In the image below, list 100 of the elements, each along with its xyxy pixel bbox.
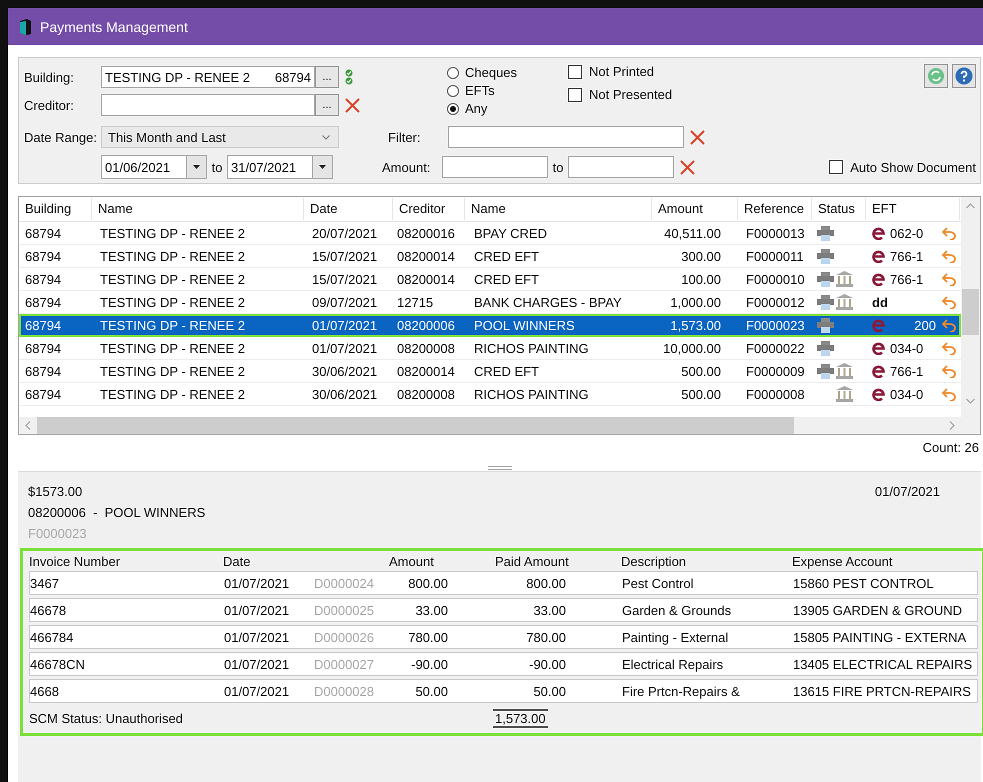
undo-icon[interactable] — [942, 272, 956, 286]
radio-option[interactable]: Cheques — [447, 64, 568, 82]
radio-circle[interactable] — [447, 85, 459, 97]
vertical-scrollbar[interactable] — [961, 197, 980, 434]
radio-label: EFTs — [465, 82, 495, 100]
invoice-row[interactable]: 4668 01/07/2021 D0000028 50.00 50.00 Fire Prtcn-Repairs & 13615 FIRE PRTCN-REPAIRS — [29, 679, 978, 703]
clear-icon[interactable] — [690, 130, 705, 144]
table-cell-text: 500.00 — [680, 386, 722, 402]
table-cell-text: 15/07/2021 — [311, 272, 378, 286]
clear-icon[interactable] — [680, 160, 695, 174]
filter-label: Filter: — [388, 130, 422, 144]
column-header[interactable]: Creditor — [393, 198, 465, 220]
horizontal-scrollbar[interactable] — [19, 417, 961, 434]
building-label: Building: — [24, 70, 75, 84]
column-header: Amount — [388, 554, 435, 569]
scroll-up-icon[interactable] — [966, 203, 975, 209]
amount-field[interactable] — [568, 156, 674, 178]
table-row[interactable]: 68794 TESTING DP - RENEE 2 01/07/2021 08200006 POOL WINNERS 1,573.00 F0000023 200 — [19, 314, 961, 337]
scroll-thumb[interactable] — [962, 289, 979, 335]
table-cell-text: 30/06/2021 — [311, 386, 378, 402]
table-cell-text: 01/07/2021 — [224, 630, 290, 644]
scroll-down-icon[interactable] — [966, 398, 975, 404]
table-row[interactable]: 68794 TESTING DP - RENEE 2 30/06/2021 08200008 RICHOS PAINTING 500.00 F0000008 034-0 — [19, 383, 961, 406]
filter-field[interactable] — [448, 126, 684, 148]
column-header[interactable]: EFT — [866, 198, 960, 220]
undo-icon[interactable] — [942, 318, 956, 332]
creditor-field[interactable] — [101, 94, 315, 116]
table-cell-text: 01/07/2021 — [224, 684, 290, 698]
table-row[interactable]: 68794 TESTING DP - RENEE 2 30/06/2021 08200014 CRED EFT 500.00 F0000009 766-1 — [19, 360, 961, 383]
table-cell-text: 46678 — [30, 602, 68, 618]
table-cell-text: F0000008 — [745, 386, 806, 402]
table-cell-text: TESTING DP - RENEE 2 — [99, 386, 246, 402]
refresh-button[interactable] — [924, 64, 948, 88]
column-header[interactable]: Reference — [738, 198, 812, 220]
column-header[interactable]: Amount — [652, 198, 738, 220]
table-cell-text: 30/06/2021 — [311, 364, 378, 378]
radio-circle[interactable] — [447, 67, 459, 79]
table-cell-text: RICHOS PAINTING — [473, 340, 590, 356]
table-cell-text: 68794 — [24, 248, 62, 264]
checkbox-label: Not Presented — [589, 87, 672, 102]
clear-icon[interactable] — [345, 98, 360, 112]
table-cell-text: 15860 PEST CONTROL — [793, 576, 935, 590]
radio-option[interactable]: Any — [447, 100, 568, 118]
scroll-thumb[interactable] — [37, 417, 794, 434]
table-cell-text: 08200006 — [396, 318, 456, 332]
table-cell-text: 20/07/2021 — [311, 226, 378, 240]
invoice-row[interactable]: 46678CN 01/07/2021 D0000027 -90.00 -90.00 Electrical Repairs 13405 ELECTRICAL REPAIRS — [29, 652, 978, 676]
column-header[interactable]: Name — [92, 198, 304, 220]
date-range-dropdown[interactable]: This Month and Last — [101, 126, 339, 148]
browse-button[interactable]: ... — [315, 94, 339, 116]
undo-icon[interactable] — [942, 250, 956, 262]
checkbox[interactable] — [568, 64, 582, 78]
table-cell-text: 780.00 — [407, 630, 448, 644]
table-cell-text: TESTING DP - RENEE 2 — [99, 318, 246, 332]
table-row[interactable]: 68794 TESTING DP - RENEE 2 15/07/2021 08200014 CRED EFT 100.00 F0000010 766-1 — [19, 268, 961, 291]
table-cell-text: 50.00 — [414, 684, 448, 698]
radio-label: Cheques — [465, 64, 518, 82]
splitter-handle[interactable] — [488, 466, 512, 470]
undo-icon[interactable] — [942, 388, 956, 400]
table-cell-text: 68794 — [24, 318, 62, 332]
table-cell-text: 100.00 — [680, 272, 722, 286]
total-amount: 1,573.00 — [493, 709, 548, 728]
undo-icon[interactable] — [942, 342, 956, 354]
column-header[interactable]: Date — [304, 198, 393, 220]
scroll-left-icon[interactable] — [25, 421, 31, 430]
table-cell-text: -90.00 — [410, 656, 448, 672]
table-cell-text: TESTING DP - RENEE 2 — [99, 226, 246, 240]
table-cell-text: 034-0 — [890, 340, 924, 356]
undo-icon[interactable] — [942, 296, 956, 308]
help-button[interactable] — [952, 64, 976, 88]
app-logo-icon — [18, 18, 32, 36]
invoice-row[interactable]: 466784 01/07/2021 D0000026 780.00 780.00 Painting - External 15805 PAINTING - EXTERNA — [29, 625, 978, 649]
radio-circle[interactable] — [447, 103, 459, 115]
table-row[interactable]: 68794 TESTING DP - RENEE 2 15/07/2021 08200014 CRED EFT 300.00 F0000011 766-1 — [19, 245, 961, 268]
table-cell-text: 034-0 — [890, 386, 924, 402]
date-field[interactable]: 31/07/2021 — [227, 155, 333, 179]
date-field[interactable]: 01/06/2021 — [101, 155, 207, 179]
undo-icon[interactable] — [942, 364, 956, 378]
table-row[interactable]: 68794 TESTING DP - RENEE 2 01/07/2021 08200008 RICHOS PAINTING 10,000.00 F0000022 034-0 — [19, 337, 961, 360]
dropdown-icon — [319, 165, 326, 169]
table-row[interactable]: 68794 TESTING DP - RENEE 2 20/07/2021 08200016 BPAY CRED 40,511.00 F0000013 062-0 — [19, 222, 961, 245]
building-field[interactable]: TESTING DP - RENEE 2 68794 — [101, 66, 315, 88]
table-cell-text: F0000013 — [745, 226, 806, 240]
browse-button[interactable]: ... — [315, 66, 339, 88]
checkbox[interactable] — [568, 88, 582, 102]
radio-option[interactable]: EFTs — [447, 82, 568, 100]
table-cell-text: D0000028 — [314, 684, 375, 698]
table-cell-text: 200 — [913, 318, 936, 332]
undo-icon[interactable] — [942, 226, 956, 240]
table-cell-text: 766-1 — [890, 272, 924, 286]
column-header[interactable]: Building — [19, 198, 92, 220]
table-cell-text: 780.00 — [525, 630, 566, 644]
invoice-row[interactable]: 3467 01/07/2021 D0000024 800.00 800.00 Pest Control 15860 PEST CONTROL — [29, 571, 978, 595]
scroll-right-icon[interactable] — [949, 421, 955, 430]
amount-field[interactable] — [442, 156, 548, 178]
column-header[interactable]: Name — [465, 198, 652, 220]
column-header[interactable]: Status — [812, 198, 866, 220]
invoice-row[interactable]: 46678 01/07/2021 D0000025 33.00 33.00 Garden & Grounds 13905 GARDEN & GROUND — [29, 598, 978, 622]
table-cell-text: D0000024 — [314, 576, 375, 590]
checkbox[interactable] — [829, 160, 844, 174]
